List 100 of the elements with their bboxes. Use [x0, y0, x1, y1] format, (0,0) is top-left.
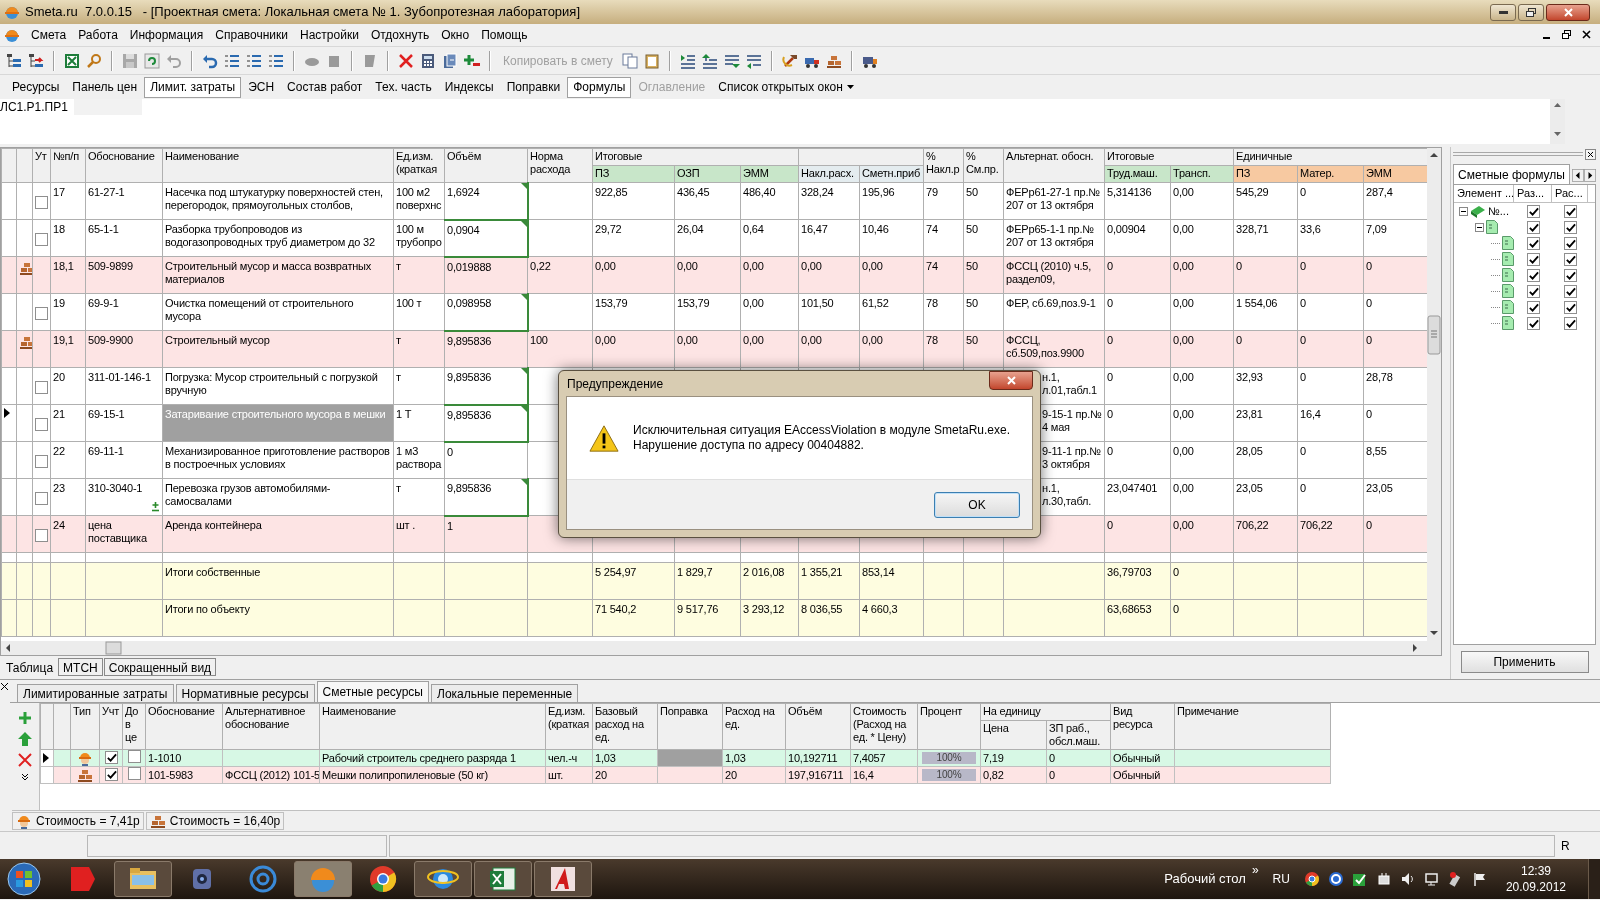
list-icon[interactable]: [246, 52, 262, 69]
checkbox[interactable]: [1526, 252, 1540, 266]
view-button[interactable]: Формулы: [567, 76, 632, 98]
scroll-left-button[interactable]: [1571, 167, 1584, 184]
mdi-close-button[interactable]: [1581, 29, 1593, 41]
plug-icon[interactable]: [1375, 871, 1392, 887]
move-up-icon[interactable]: [701, 52, 718, 69]
flag-icon[interactable]: [1471, 871, 1488, 887]
checkbox[interactable]: [1526, 284, 1540, 298]
menu-item[interactable]: Работа: [73, 26, 123, 44]
checkbox[interactable]: [1563, 236, 1577, 250]
indent-icon[interactable]: [679, 52, 696, 69]
menu-item[interactable]: Окно: [436, 26, 475, 44]
view-button[interactable]: Лимит. затраты: [144, 76, 242, 98]
menu-item[interactable]: Настройки: [295, 26, 364, 44]
view-button[interactable]: Поправки: [500, 76, 567, 98]
show-desktop-button[interactable]: [1588, 859, 1600, 899]
checkbox[interactable]: [1563, 204, 1577, 218]
network-icon[interactable]: [1423, 871, 1440, 887]
close-button[interactable]: [989, 371, 1033, 390]
view-tab[interactable]: Сокращенный вид: [103, 658, 217, 676]
checkbox[interactable]: [1563, 284, 1577, 298]
view-button[interactable]: Ресурсы: [6, 76, 66, 98]
search-icon[interactable]: [86, 52, 102, 69]
hammer-icon[interactable]: [781, 52, 798, 69]
double-chevron-icon[interactable]: [20, 773, 29, 781]
list-icon[interactable]: [224, 52, 240, 69]
checkbox[interactable]: [1563, 252, 1577, 266]
copy-icon[interactable]: [621, 52, 638, 69]
menu-item[interactable]: Отдохнуть: [365, 26, 435, 44]
taskbar-button[interactable]: [114, 861, 172, 897]
checkbox[interactable]: [1526, 268, 1540, 282]
checkbox[interactable]: [1563, 316, 1577, 330]
checkbox[interactable]: [35, 196, 48, 209]
checkbox[interactable]: [35, 492, 48, 505]
collapse-icon[interactable]: [1459, 206, 1468, 216]
view-button[interactable]: Индексы: [438, 76, 500, 98]
taskbar-button[interactable]: [474, 861, 532, 897]
checkbox[interactable]: [1563, 300, 1577, 314]
ok-button[interactable]: OK: [934, 491, 1020, 518]
desktop-toolbar-label[interactable]: Рабочий стол: [1164, 869, 1246, 889]
view-tab[interactable]: МТСН: [58, 658, 103, 676]
plus-minus-icon[interactable]: [464, 52, 480, 69]
sync-icon[interactable]: [1327, 871, 1344, 887]
close-icon[interactable]: [0, 682, 9, 691]
calculator-icon[interactable]: [420, 52, 436, 69]
panel-tab[interactable]: Лимитированные затраты: [17, 684, 174, 702]
list-icon[interactable]: [268, 52, 284, 69]
tree-item-label[interactable]: №...: [1488, 202, 1509, 220]
collapse-icon[interactable]: [1475, 222, 1484, 232]
checkbox[interactable]: [1526, 204, 1540, 218]
delete-icon[interactable]: [398, 52, 414, 69]
checkbox[interactable]: [127, 767, 141, 780]
view-button[interactable]: Панель цен: [66, 76, 144, 98]
scroll-right-button[interactable]: [1583, 167, 1596, 184]
tree-import-icon[interactable]: [28, 52, 44, 69]
outdent-icon[interactable]: [745, 52, 762, 69]
up-arrow-icon[interactable]: [16, 731, 33, 747]
move-down-icon[interactable]: [723, 52, 740, 69]
menu-item[interactable]: Помощь: [476, 26, 533, 44]
language-indicator[interactable]: RU: [1272, 870, 1290, 888]
mdi-restore-button[interactable]: [1561, 29, 1573, 41]
checkbox[interactable]: [1563, 268, 1577, 282]
checkbox[interactable]: [1526, 236, 1540, 250]
clock-time[interactable]: 12:39: [1520, 863, 1551, 879]
checkbox[interactable]: [35, 529, 48, 542]
checkbox[interactable]: [104, 767, 118, 781]
menu-item[interactable]: Информация: [124, 26, 209, 44]
document-add-icon[interactable]: [442, 52, 458, 69]
checkbox[interactable]: [35, 307, 48, 320]
view-button[interactable]: ЭСН: [242, 76, 281, 98]
checkbox[interactable]: [35, 381, 48, 394]
view-button[interactable]: Состав работ: [281, 76, 369, 98]
speaker-icon[interactable]: [1399, 871, 1416, 887]
checkbox[interactable]: [127, 750, 141, 763]
checkbox[interactable]: [104, 750, 118, 764]
menu-item[interactable]: Смета: [26, 26, 72, 44]
view-button[interactable]: Тех. часть: [369, 76, 438, 98]
open-windows-dropdown[interactable]: Список открытых окон: [712, 76, 860, 98]
checkbox[interactable]: [35, 455, 48, 468]
checkbox[interactable]: [1526, 220, 1540, 234]
panel-tab[interactable]: Локальные переменные: [431, 684, 579, 702]
spreadsheet-icon[interactable]: [64, 52, 80, 69]
clipboard-icon[interactable]: [643, 52, 660, 69]
tree-list-icon[interactable]: [6, 52, 22, 69]
close-button[interactable]: [1546, 3, 1590, 21]
checkbox[interactable]: [1526, 300, 1540, 314]
delete-icon[interactable]: [17, 753, 32, 767]
menu-item[interactable]: Справочники: [210, 26, 294, 44]
overflow-chevron[interactable]: »: [1251, 861, 1259, 879]
checkbox[interactable]: [1563, 220, 1577, 234]
checkbox[interactable]: [35, 233, 48, 246]
minimize-button[interactable]: [1490, 3, 1516, 21]
refresh-icon[interactable]: [144, 52, 160, 69]
apply-button[interactable]: Применить: [1460, 651, 1589, 673]
close-icon[interactable]: [1585, 148, 1596, 160]
panel-tab[interactable]: Сметные ресурсы: [316, 681, 429, 702]
start-button[interactable]: [4, 860, 44, 898]
taskbar-button[interactable]: [414, 861, 472, 897]
clock-date[interactable]: 20.09.2012: [1505, 879, 1566, 895]
